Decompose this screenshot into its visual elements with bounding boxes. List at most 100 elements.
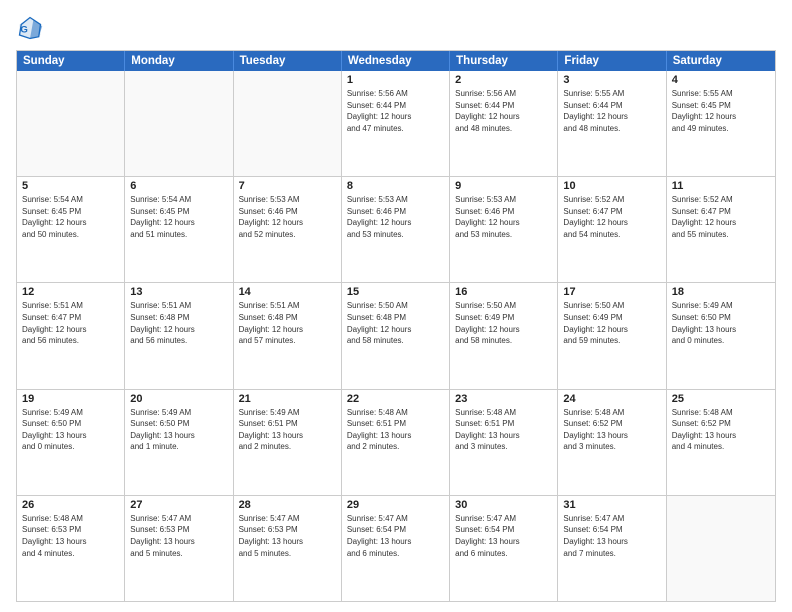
cell-info: Sunrise: 5:47 AM Sunset: 6:54 PM Dayligh… [563,513,660,559]
day-number: 16 [455,286,552,298]
calendar-cell [17,71,125,176]
calendar-cell: 25 Sunrise: 5:48 AM Sunset: 6:52 PM Dayli… [667,390,775,495]
calendar-header-cell: Tuesday [234,51,342,71]
day-number: 9 [455,180,552,192]
day-number: 24 [563,393,660,405]
day-number: 18 [672,286,770,298]
cell-info: Sunrise: 5:51 AM Sunset: 6:47 PM Dayligh… [22,300,119,346]
calendar-header-cell: Sunday [17,51,125,71]
cell-info: Sunrise: 5:47 AM Sunset: 6:54 PM Dayligh… [455,513,552,559]
day-number: 1 [347,74,444,86]
cell-info: Sunrise: 5:56 AM Sunset: 6:44 PM Dayligh… [347,88,444,134]
calendar-cell [667,496,775,601]
day-number: 6 [130,180,227,192]
day-number: 30 [455,499,552,511]
calendar-cell: 29 Sunrise: 5:47 AM Sunset: 6:54 PM Dayli… [342,496,450,601]
calendar-cell: 16Sunrise: 5:50 AM Sunset: 6:49 PM Dayli… [450,283,558,388]
cell-info: Sunrise: 5:53 AM Sunset: 6:46 PM Dayligh… [347,194,444,240]
calendar-cell: 1 Sunrise: 5:56 AM Sunset: 6:44 PM Daylig… [342,71,450,176]
cell-info: Sunrise: 5:56 AM Sunset: 6:44 PM Dayligh… [455,88,552,134]
calendar-cell [234,71,342,176]
cell-info: Sunrise: 5:47 AM Sunset: 6:53 PM Dayligh… [130,513,227,559]
day-number: 15 [347,286,444,298]
cell-info: Sunrise: 5:48 AM Sunset: 6:53 PM Dayligh… [22,513,119,559]
day-number: 14 [239,286,336,298]
calendar-header-cell: Monday [125,51,233,71]
day-number: 26 [22,499,119,511]
cell-info: Sunrise: 5:48 AM Sunset: 6:52 PM Dayligh… [563,407,660,453]
cell-info: Sunrise: 5:50 AM Sunset: 6:49 PM Dayligh… [563,300,660,346]
cell-info: Sunrise: 5:49 AM Sunset: 6:50 PM Dayligh… [22,407,119,453]
calendar-cell: 27 Sunrise: 5:47 AM Sunset: 6:53 PM Dayli… [125,496,233,601]
day-number: 5 [22,180,119,192]
calendar-cell: 28 Sunrise: 5:47 AM Sunset: 6:53 PM Dayli… [234,496,342,601]
cell-info: Sunrise: 5:54 AM Sunset: 6:45 PM Dayligh… [130,194,227,240]
day-number: 23 [455,393,552,405]
calendar: SundayMondayTuesdayWednesdayThursdayFrid… [16,50,776,602]
cell-info: Sunrise: 5:47 AM Sunset: 6:53 PM Dayligh… [239,513,336,559]
calendar-cell: 4 Sunrise: 5:55 AM Sunset: 6:45 PM Daylig… [667,71,775,176]
day-number: 27 [130,499,227,511]
calendar-cell [125,71,233,176]
cell-info: Sunrise: 5:55 AM Sunset: 6:45 PM Dayligh… [672,88,770,134]
day-number: 4 [672,74,770,86]
calendar-cell: 26 Sunrise: 5:48 AM Sunset: 6:53 PM Dayli… [17,496,125,601]
day-number: 29 [347,499,444,511]
calendar-cell: 10 Sunrise: 5:52 AM Sunset: 6:47 PM Dayli… [558,177,666,282]
calendar-cell: 15 Sunrise: 5:50 AM Sunset: 6:48 PM Dayli… [342,283,450,388]
calendar-header-cell: Thursday [450,51,558,71]
cell-info: Sunrise: 5:53 AM Sunset: 6:46 PM Dayligh… [239,194,336,240]
logo: G [16,14,48,42]
day-number: 7 [239,180,336,192]
calendar-cell: 20Sunrise: 5:49 AM Sunset: 6:50 PM Dayli… [125,390,233,495]
cell-info: Sunrise: 5:54 AM Sunset: 6:45 PM Dayligh… [22,194,119,240]
calendar-cell: 14 Sunrise: 5:51 AM Sunset: 6:48 PM Dayli… [234,283,342,388]
calendar-row: 12Sunrise: 5:51 AM Sunset: 6:47 PM Dayli… [17,283,775,389]
header: G [16,14,776,42]
cell-info: Sunrise: 5:53 AM Sunset: 6:46 PM Dayligh… [455,194,552,240]
calendar-cell: 11 Sunrise: 5:52 AM Sunset: 6:47 PM Dayli… [667,177,775,282]
calendar-cell: 19 Sunrise: 5:49 AM Sunset: 6:50 PM Dayli… [17,390,125,495]
calendar-cell: 23 Sunrise: 5:48 AM Sunset: 6:51 PM Dayli… [450,390,558,495]
day-number: 28 [239,499,336,511]
calendar-cell: 18 Sunrise: 5:49 AM Sunset: 6:50 PM Dayli… [667,283,775,388]
cell-info: Sunrise: 5:49 AM Sunset: 6:51 PM Dayligh… [239,407,336,453]
calendar-cell: 8Sunrise: 5:53 AM Sunset: 6:46 PM Daylig… [342,177,450,282]
cell-info: Sunrise: 5:49 AM Sunset: 6:50 PM Dayligh… [672,300,770,346]
day-number: 19 [22,393,119,405]
day-number: 11 [672,180,770,192]
day-number: 2 [455,74,552,86]
cell-info: Sunrise: 5:48 AM Sunset: 6:51 PM Dayligh… [347,407,444,453]
calendar-row: 26 Sunrise: 5:48 AM Sunset: 6:53 PM Dayli… [17,496,775,601]
day-number: 17 [563,286,660,298]
calendar-cell: 22Sunrise: 5:48 AM Sunset: 6:51 PM Dayli… [342,390,450,495]
calendar-row: 1 Sunrise: 5:56 AM Sunset: 6:44 PM Daylig… [17,71,775,177]
calendar-cell: 12Sunrise: 5:51 AM Sunset: 6:47 PM Dayli… [17,283,125,388]
calendar-cell: 6 Sunrise: 5:54 AM Sunset: 6:45 PM Daylig… [125,177,233,282]
calendar-cell: 9 Sunrise: 5:53 AM Sunset: 6:46 PM Daylig… [450,177,558,282]
calendar-cell: 3Sunrise: 5:55 AM Sunset: 6:44 PM Daylig… [558,71,666,176]
calendar-header-cell: Friday [558,51,666,71]
cell-info: Sunrise: 5:50 AM Sunset: 6:48 PM Dayligh… [347,300,444,346]
day-number: 13 [130,286,227,298]
calendar-body: 1 Sunrise: 5:56 AM Sunset: 6:44 PM Daylig… [17,71,775,601]
cell-info: Sunrise: 5:48 AM Sunset: 6:51 PM Dayligh… [455,407,552,453]
calendar-cell: 13Sunrise: 5:51 AM Sunset: 6:48 PM Dayli… [125,283,233,388]
day-number: 25 [672,393,770,405]
calendar-cell: 7 Sunrise: 5:53 AM Sunset: 6:46 PM Daylig… [234,177,342,282]
cell-info: Sunrise: 5:52 AM Sunset: 6:47 PM Dayligh… [672,194,770,240]
calendar-cell: 5 Sunrise: 5:54 AM Sunset: 6:45 PM Daylig… [17,177,125,282]
calendar-row: 19 Sunrise: 5:49 AM Sunset: 6:50 PM Dayli… [17,390,775,496]
day-number: 10 [563,180,660,192]
calendar-row: 5 Sunrise: 5:54 AM Sunset: 6:45 PM Daylig… [17,177,775,283]
calendar-cell: 2 Sunrise: 5:56 AM Sunset: 6:44 PM Daylig… [450,71,558,176]
calendar-cell: 21Sunrise: 5:49 AM Sunset: 6:51 PM Dayli… [234,390,342,495]
cell-info: Sunrise: 5:47 AM Sunset: 6:54 PM Dayligh… [347,513,444,559]
calendar-cell: 24 Sunrise: 5:48 AM Sunset: 6:52 PM Dayli… [558,390,666,495]
page: G SundayMondayTuesdayWednesdayThursdayFr… [0,0,792,612]
cell-info: Sunrise: 5:48 AM Sunset: 6:52 PM Dayligh… [672,407,770,453]
day-number: 31 [563,499,660,511]
cell-info: Sunrise: 5:51 AM Sunset: 6:48 PM Dayligh… [239,300,336,346]
cell-info: Sunrise: 5:52 AM Sunset: 6:47 PM Dayligh… [563,194,660,240]
cell-info: Sunrise: 5:55 AM Sunset: 6:44 PM Dayligh… [563,88,660,134]
